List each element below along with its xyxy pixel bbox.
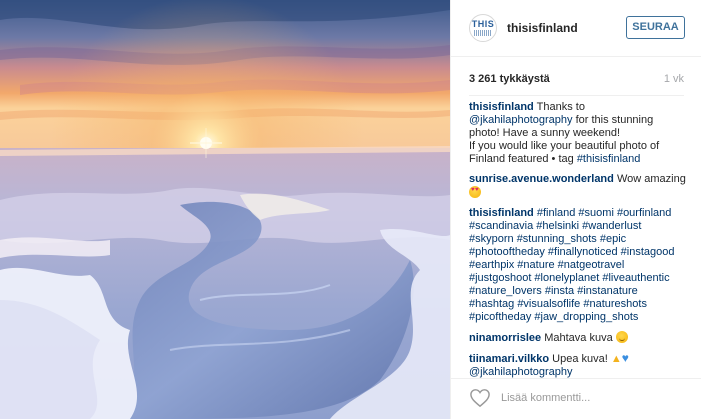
smile-emoji-icon <box>615 331 628 343</box>
hashtag-comment: thisisfinland #finland #suomi #ourfinlan… <box>469 207 689 324</box>
post-stats: 3 261 tykkäystä 1 vk <box>451 57 701 95</box>
post-time[interactable]: 1 vk <box>664 73 684 85</box>
avatar-graphic <box>474 30 492 36</box>
hashtag-line[interactable]: #photooftheday #finallynoticed #instagoo… <box>469 246 689 259</box>
comment-footer: Lisää kommentti... <box>451 378 701 419</box>
comment-item: tiinamari.vilkko Upea kuva! ▲♥ @jkahilap… <box>469 352 689 379</box>
frozen-sea-sunset-image <box>0 0 450 419</box>
avatar[interactable]: THIS <box>469 14 497 42</box>
hashtag-line[interactable]: #skyporn #stunning_shots #epic <box>469 233 689 246</box>
heart-eyes-emoji-icon <box>469 186 481 198</box>
like-count[interactable]: 3 261 tykkäystä <box>469 73 550 85</box>
hashtag-line[interactable]: #earthpix #nature #natgeotravel <box>469 259 689 272</box>
post-username[interactable]: thisisfinland <box>507 21 578 35</box>
comment-text: Finland featured • tag <box>469 153 577 165</box>
comment-text: Upea kuva! <box>552 353 608 365</box>
comment-username[interactable]: thisisfinland <box>469 101 534 113</box>
comment-item: sunrise.avenue.wonderland Wow amazing <box>469 173 689 200</box>
post-side-panel: THIS thisisfinland SEURAA 3 261 tykkäyst… <box>450 0 701 419</box>
hashtag-line[interactable]: #nature_lovers #insta #instanature <box>469 285 689 298</box>
comment-text: Wow amazing <box>616 173 686 185</box>
heart-outline-icon[interactable] <box>469 388 491 408</box>
comment-username[interactable]: thisisfinland <box>469 207 534 219</box>
hashtag-line[interactable]: #finland #suomi #ourfinland <box>537 207 672 219</box>
hashtag-line[interactable]: #picoftheday #jaw_dropping_shots <box>469 311 689 324</box>
comment-item: ninamorrislee Mahtava kuva <box>469 331 689 345</box>
avatar-label: THIS <box>471 19 495 29</box>
mention-link[interactable]: @jkahilaphotography <box>469 114 573 126</box>
hashtag-line[interactable]: #justgoshoot #lonelyplanet #liveauthenti… <box>469 272 689 285</box>
comment-text: photo! Have a sunny weekend! <box>469 127 621 139</box>
stats-divider <box>469 95 684 96</box>
comment-text: If you would like your beautiful photo o… <box>469 140 660 152</box>
comment-text: Mahtava kuva <box>544 332 613 344</box>
thumbs-up-emoji-icon: ▲ <box>610 353 622 365</box>
post-photo[interactable] <box>0 0 450 419</box>
add-comment-input[interactable]: Lisää kommentti... <box>501 389 691 407</box>
hashtag-line[interactable]: #hashtag #visualsoflife #natureshots <box>469 298 689 311</box>
instagram-post-modal: THIS thisisfinland SEURAA 3 261 tykkäyst… <box>0 0 701 419</box>
follow-button[interactable]: SEURAA <box>626 16 685 39</box>
comment-username[interactable]: tiinamari.vilkko <box>469 353 549 365</box>
comment-text: Thanks to <box>536 101 585 113</box>
comment-username[interactable]: ninamorrislee <box>469 332 541 344</box>
comment-username[interactable]: sunrise.avenue.wonderland <box>469 173 614 185</box>
hashtag-link[interactable]: #thisisfinland <box>577 153 641 165</box>
blue-heart-emoji-icon: ♥ <box>621 351 629 365</box>
post-header: THIS thisisfinland SEURAA <box>451 0 701 57</box>
caption-comment: thisisfinland Thanks to @jkahilaphotogra… <box>469 101 689 166</box>
comment-list: thisisfinland Thanks to @jkahilaphotogra… <box>469 101 689 386</box>
comment-text: for this stunning <box>572 114 654 126</box>
hashtag-line[interactable]: #scandinavia #helsinki #wanderlust <box>469 220 689 233</box>
